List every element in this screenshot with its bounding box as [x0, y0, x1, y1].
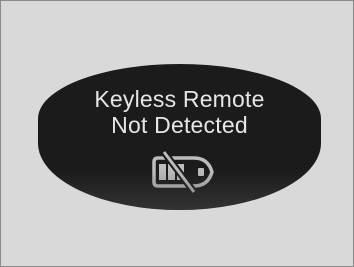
- keyless-remote-not-detected-icon: [152, 149, 214, 195]
- instrument-panel-frame: Keyless Remote Not Detected: [0, 0, 354, 267]
- warning-message-line-1: Keyless Remote: [94, 86, 265, 112]
- multi-information-display: Keyless Remote Not Detected: [38, 64, 321, 210]
- warning-message-line-2: Not Detected: [111, 112, 248, 138]
- warning-message: Keyless Remote Not Detected: [38, 86, 321, 138]
